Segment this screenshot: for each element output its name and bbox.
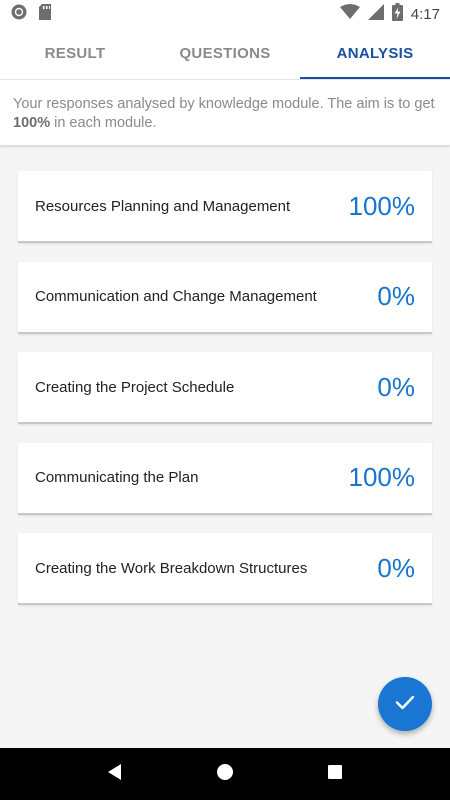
sd-card-icon — [38, 3, 52, 26]
module-card: Resources Planning and Management 100% — [18, 171, 432, 243]
module-name: Creating the Project Schedule — [35, 378, 235, 396]
module-score: 100% — [348, 190, 416, 221]
module-name: Creating the Work Breakdown Structures — [35, 559, 308, 577]
status-time: 4:17 — [410, 5, 440, 23]
module-list: Resources Planning and Management 100% C… — [18, 171, 432, 624]
confirm-fab-button[interactable] — [378, 677, 432, 731]
module-card: Communication and Change Management 0% — [18, 261, 432, 334]
module-score: 0% — [377, 371, 415, 402]
module-name: Resources Planning and Management — [35, 197, 291, 215]
navigation-bar — [0, 748, 450, 800]
tab-result[interactable]: RESULT — [0, 28, 150, 79]
recents-icon — [327, 764, 343, 785]
home-button[interactable] — [205, 754, 245, 794]
home-icon — [216, 763, 234, 786]
module-card: Communicating the Plan 100% — [18, 442, 432, 515]
battery-charging-icon — [391, 2, 403, 26]
info-text-end: in each module. — [50, 115, 157, 131]
module-card: Creating the Project Schedule 0% — [18, 352, 432, 424]
info-text: Your responses analysed by knowledge mod… — [13, 96, 435, 112]
module-score: 100% — [348, 462, 416, 492]
info-highlight: 100% — [13, 115, 51, 131]
signal-icon — [367, 3, 384, 25]
tab-bar: RESULT QUESTIONS ANALYSIS — [0, 28, 450, 79]
back-button[interactable] — [95, 754, 135, 794]
module-name: Communication and Change Management — [35, 288, 317, 305]
tab-questions[interactable]: QUESTIONS — [150, 28, 300, 79]
back-icon — [106, 763, 124, 786]
module-name: Communicating the Plan — [35, 469, 199, 486]
tab-analysis[interactable]: ANALYSIS — [300, 28, 450, 79]
module-score: 0% — [377, 552, 415, 583]
circle-notification-icon — [10, 3, 28, 26]
recents-button[interactable] — [315, 754, 355, 794]
status-bar: 4:17 — [0, 0, 450, 28]
module-card: Creating the Work Breakdown Structures 0… — [18, 533, 432, 605]
module-score: 0% — [377, 281, 415, 311]
analysis-info: Your responses analysed by knowledge mod… — [0, 79, 450, 146]
wifi-icon — [339, 3, 360, 25]
check-icon — [394, 691, 416, 718]
